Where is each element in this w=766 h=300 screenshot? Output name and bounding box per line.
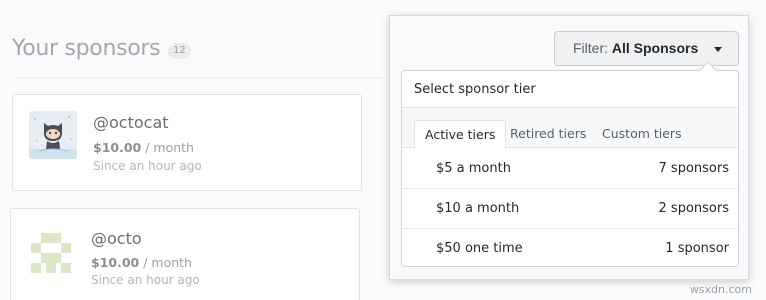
filter-button[interactable]: Filter: All Sponsors — [554, 31, 739, 66]
tier-sponsor-count: 2 sponsors — [658, 201, 729, 216]
caret-down-icon — [714, 47, 722, 52]
tier-label: $50 one time — [436, 241, 523, 256]
tab-retired-tiers[interactable]: Retired tiers — [500, 120, 596, 149]
tier-label: $10 a month — [436, 201, 520, 216]
sponsor-card[interactable]: @octo $10.00 / month Since an hour ago — [10, 208, 360, 300]
tier-tabs: Active tiers Retired tiers Custom tiers — [402, 108, 738, 149]
filter-prefix: Filter: — [573, 40, 608, 56]
amount-value: $10.00 — [93, 140, 142, 155]
sponsor-since: Since an hour ago — [93, 159, 202, 173]
amount-period: / month — [141, 140, 194, 155]
menu-title: Select sponsor tier — [402, 71, 738, 108]
sponsor-since: Since an hour ago — [91, 273, 200, 287]
tier-label: $5 a month — [436, 161, 511, 176]
tier-option[interactable]: $50 one time 1 sponsor — [402, 229, 738, 269]
tier-select-menu: Select sponsor tier Active tiers Retired… — [401, 61, 739, 269]
filter-value: All Sponsors — [611, 40, 699, 56]
sponsor-name[interactable]: @octo — [91, 229, 142, 248]
tier-sponsor-count: 1 sponsor — [665, 241, 729, 256]
title-divider — [12, 77, 382, 78]
sponsor-name[interactable]: @octocat — [93, 113, 169, 132]
watermark: wsxdn.com — [689, 283, 752, 296]
sponsor-card[interactable]: @octocat $10.00 / month Since an hour ag… — [12, 94, 362, 191]
octocat-avatar[interactable] — [29, 111, 77, 159]
tier-sponsor-count: 7 sponsors — [658, 161, 729, 176]
identicon-avatar[interactable] — [27, 229, 75, 277]
tier-option[interactable]: $5 a month 7 sponsors — [402, 149, 738, 189]
tab-custom-tiers[interactable]: Custom tiers — [592, 120, 692, 149]
filter-panel: Filter: All Sponsors Select sponsor tier… — [389, 15, 749, 280]
tab-active-tiers[interactable]: Active tiers — [414, 120, 507, 149]
sponsor-amount: $10.00 / month — [93, 140, 194, 155]
amount-value: $10.00 — [91, 255, 140, 270]
sponsor-amount: $10.00 / month — [91, 255, 192, 270]
amount-period: / month — [139, 255, 192, 270]
tier-option[interactable]: $10 a month 2 sponsors — [402, 189, 738, 229]
sponsor-count-badge: 12 — [168, 43, 191, 59]
page-title: Your sponsors — [12, 36, 161, 61]
